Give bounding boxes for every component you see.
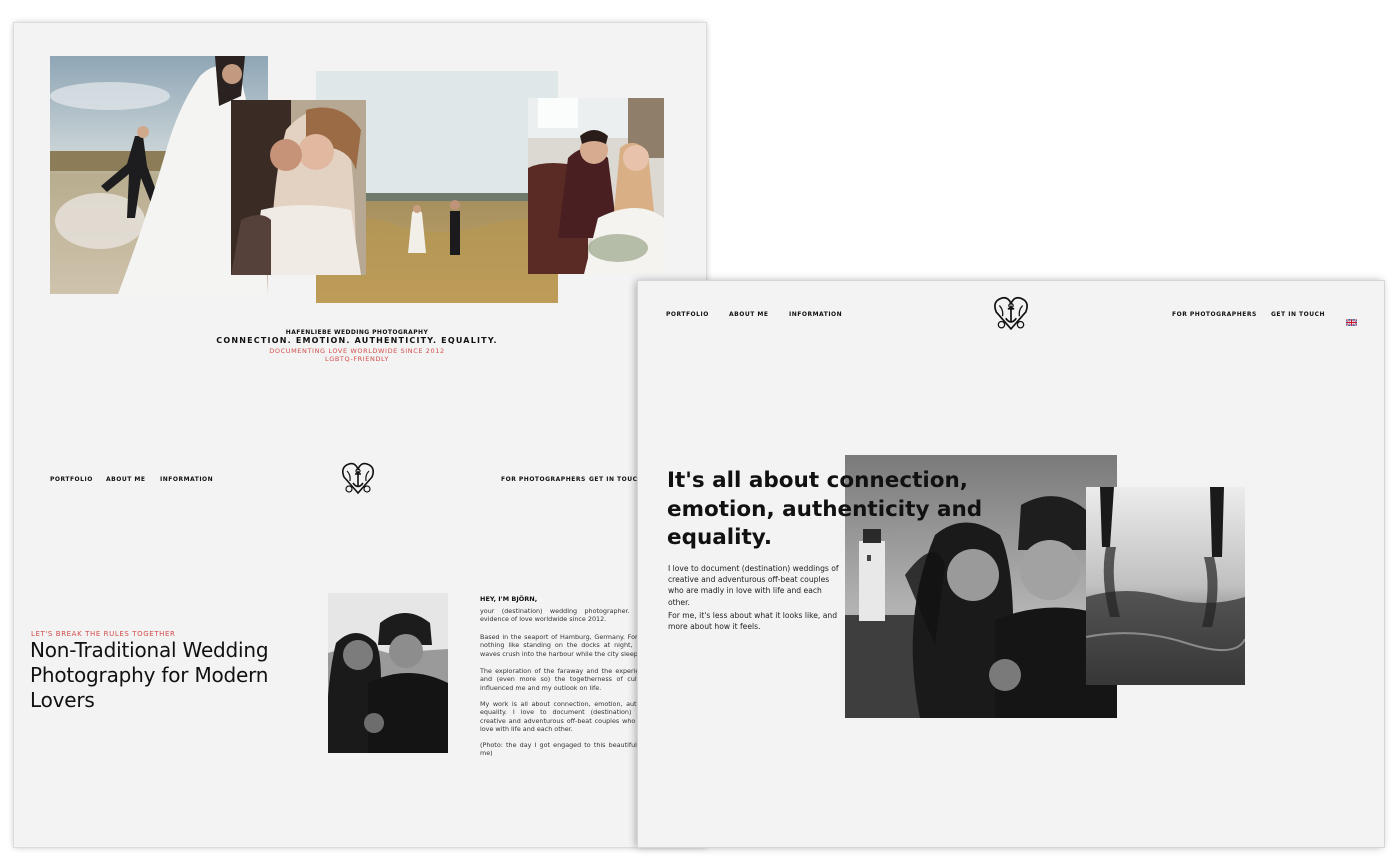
tagline-brand: HAFENLIEBE WEDDING PHOTOGRAPHY — [285, 329, 429, 336]
nav-information[interactable]: INFORMATION — [160, 476, 213, 483]
hero-paragraph-1: I love to document (destination) wedding… — [668, 564, 839, 607]
nav-for-photographers[interactable]: FOR PHOTOGRAPHERS — [501, 476, 586, 483]
back-page-screenshot: HAFENLIEBE WEDDING PHOTOGRAPHY CONNECTIO… — [14, 23, 706, 847]
hero-paragraph-2: For me, it's less about what it looks li… — [668, 611, 838, 632]
hero-title: Non-Traditional Wedding Photography for … — [30, 638, 269, 712]
uk-flag-icon[interactable] — [1345, 311, 1358, 327]
nav-portfolio[interactable]: PORTFOLIO — [50, 476, 93, 483]
tagline-values: CONNECTION. EMOTION. AUTHENTICITY. EQUAL… — [216, 336, 498, 345]
photo-couple-on-sofa — [528, 98, 664, 274]
nav-information[interactable]: INFORMATION — [789, 311, 842, 318]
tagline-since: DOCUMENTING LOVE WORLDWIDE SINCE 2012 — [269, 347, 445, 355]
photo-two-brides-kiss — [231, 100, 366, 275]
nav-about-me[interactable]: ABOUT ME — [729, 311, 768, 318]
photo-legs-in-water-bw — [1086, 487, 1245, 685]
heart-anchor-emblem-icon[interactable] — [992, 295, 1030, 331]
heart-anchor-emblem-icon[interactable] — [341, 461, 375, 495]
front-page-screenshot: PORTFOLIO ABOUT ME INFORMATION FOR PHOTO… — [638, 281, 1384, 847]
nav-get-in-touch[interactable]: GET IN TOUCH — [1271, 311, 1325, 318]
photo-engaged-couple-bw — [328, 593, 448, 753]
nav-get-in-touch[interactable]: GET IN TOUCH — [589, 476, 643, 483]
bio-title: HEY, I'M BJÖRN, — [480, 595, 538, 603]
hero-title: It's all about connection, emotion, auth… — [667, 468, 983, 550]
tagline-lgbtq: LGBTQ-FRIENDLY — [324, 355, 389, 363]
nav-for-photographers[interactable]: FOR PHOTOGRAPHERS — [1172, 311, 1257, 318]
hero-kicker: LET'S BREAK THE RULES TOGETHER — [31, 630, 176, 638]
nav-about-me[interactable]: ABOUT ME — [106, 476, 145, 483]
nav-portfolio[interactable]: PORTFOLIO — [666, 311, 709, 318]
